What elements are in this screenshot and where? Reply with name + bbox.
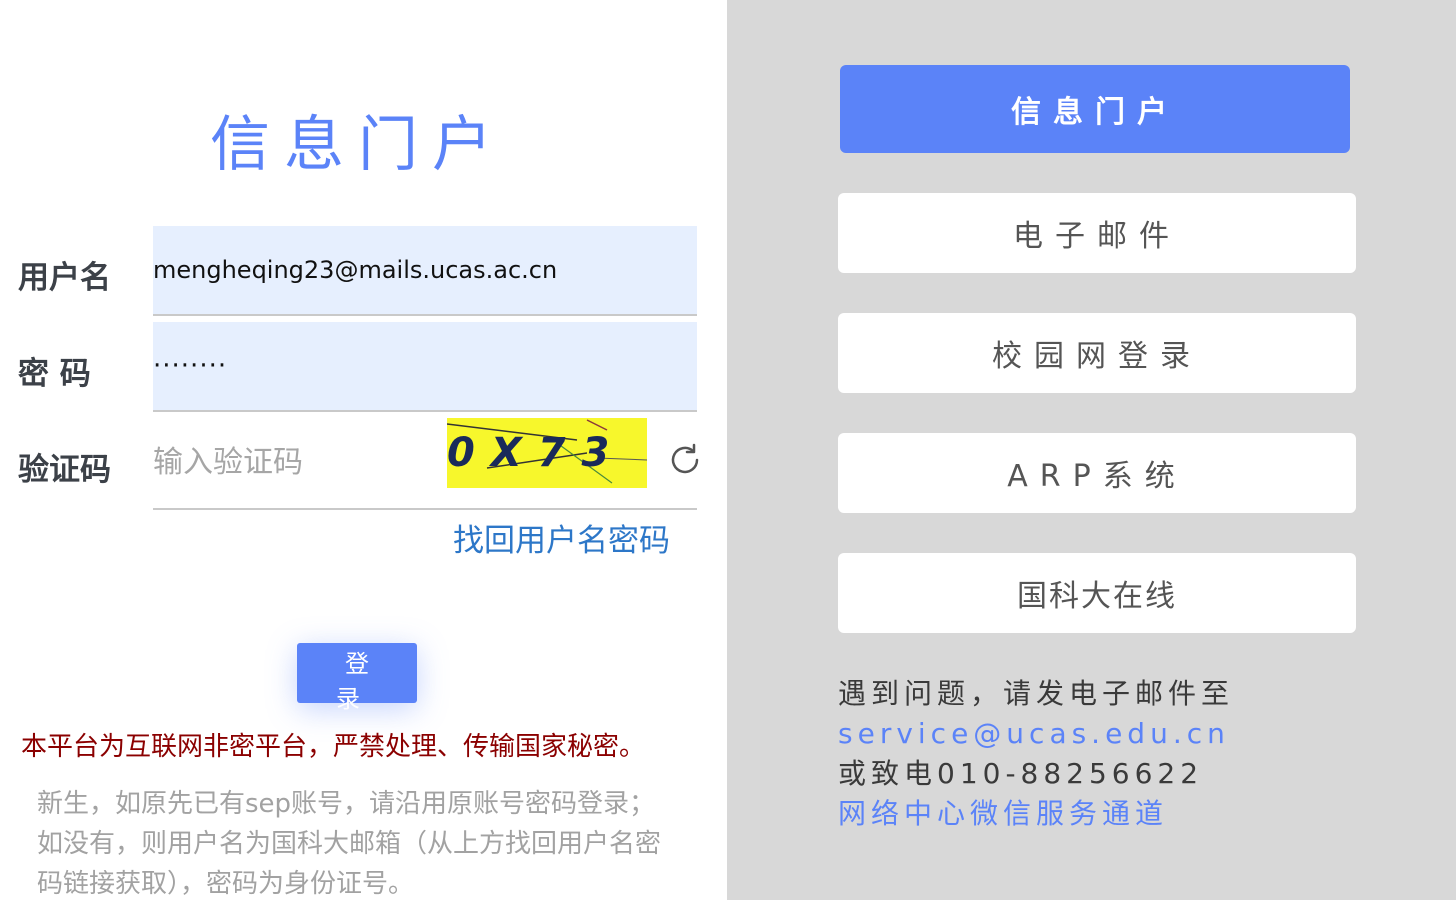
login-panel: 信息门户 用户名 密 码 验证码 0X73 找回用户名密码 登 录	[0, 0, 727, 900]
security-warning: 本平台为互联网非密平台，严禁处理、传输国家秘密。	[21, 732, 646, 762]
username-label: 用户名	[18, 260, 111, 296]
nav-email[interactable]: 电子邮件	[838, 193, 1356, 273]
password-field-box	[153, 322, 697, 412]
captcha-image[interactable]: 0X73	[447, 418, 647, 488]
password-input[interactable]	[153, 322, 697, 410]
captcha-text: 0X73	[447, 430, 626, 476]
nav-arp-system[interactable]: ARP系统	[838, 433, 1356, 513]
help-section: 遇到问题，请发电子邮件至 service@ucas.edu.cn 或致电010-…	[838, 674, 1234, 834]
captcha-field-box: 0X73	[153, 418, 699, 510]
refresh-icon[interactable]	[667, 442, 703, 478]
new-student-note: 新生，如原先已有sep账号，请沿用原账号密码登录；如没有，则用户名为国科大邮箱（…	[37, 789, 662, 899]
support-email-link[interactable]: service@ucas.edu.cn	[838, 717, 1230, 750]
wechat-service-link[interactable]: 网络中心微信服务通道	[838, 797, 1168, 830]
username-field-box	[153, 226, 697, 316]
help-text: 遇到问题，请发电子邮件至	[838, 677, 1235, 710]
page-title: 信息门户	[210, 110, 506, 180]
forgot-credentials-link[interactable]: 找回用户名密码	[453, 515, 670, 560]
nav-info-portal[interactable]: 信息门户	[840, 65, 1350, 153]
captcha-input[interactable]	[153, 418, 433, 506]
captcha-label: 验证码	[18, 452, 111, 488]
nav-ucas-online[interactable]: 国科大在线	[838, 553, 1356, 633]
support-phone: 或致电010-88256622	[838, 757, 1204, 790]
login-button[interactable]: 登 录	[297, 643, 417, 713]
nav-campus-network-login[interactable]: 校园网登录	[838, 313, 1356, 393]
password-label: 密 码	[18, 356, 91, 392]
username-input[interactable]	[153, 226, 697, 314]
